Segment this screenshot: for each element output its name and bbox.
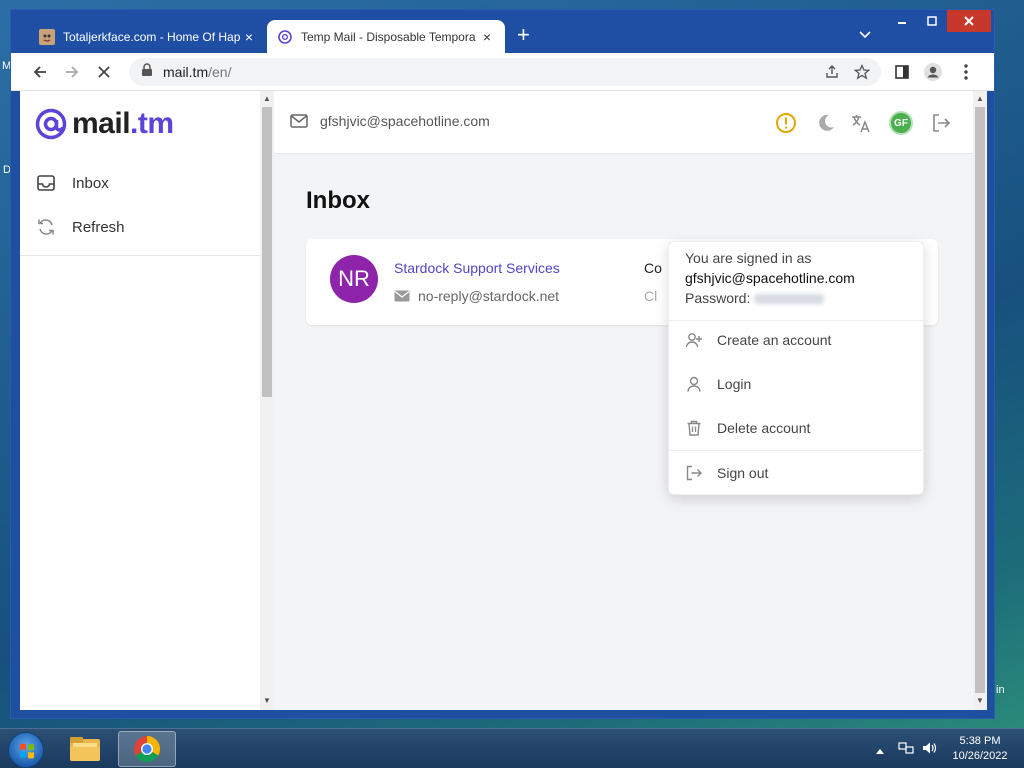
menu-item-login[interactable]: Login <box>685 372 751 396</box>
folder-icon <box>70 737 100 761</box>
network-icon[interactable] <box>898 741 914 758</box>
scroll-up-icon[interactable]: ▲ <box>260 92 274 106</box>
menu-item-label: Login <box>717 376 752 392</box>
current-address[interactable]: gfshjvic@spacehotline.com <box>290 113 490 129</box>
user-icon <box>685 375 705 393</box>
app-header: gfshjvic@spacehotline.com GF <box>274 91 973 154</box>
sidebar-item-refresh[interactable]: Refresh <box>36 212 246 242</box>
scroll-up-icon[interactable]: ▲ <box>973 92 987 106</box>
signed-in-label: You are signed in as <box>685 250 812 266</box>
sidebar-item-label: Refresh <box>72 218 125 236</box>
app-sidebar: mail.tm Inbox Refresh <box>20 91 260 710</box>
message-from: no-reply@stardock.net <box>394 288 559 304</box>
user-plus-icon <box>685 331 705 349</box>
browser-window: Totaljerkface.com - Home Of Hap × Temp M… <box>10 9 995 719</box>
logo-wordmark: mail.tm <box>72 107 174 140</box>
share-icon[interactable] <box>821 61 843 83</box>
envelope-icon <box>290 114 308 128</box>
lock-icon <box>141 62 155 82</box>
taskbar-file-explorer[interactable] <box>56 731 114 767</box>
browser-menu-icon[interactable] <box>955 61 977 83</box>
current-email-text: gfshjvic@spacehotline.com <box>320 113 490 129</box>
warning-icon[interactable] <box>774 111 798 135</box>
sender-avatar: NR <box>330 255 378 303</box>
tab-title: Temp Mail - Disposable Tempora <box>301 29 476 44</box>
menu-item-label: Create an account <box>717 332 832 348</box>
scroll-down-icon[interactable]: ▼ <box>260 694 274 708</box>
tab-temp-mail[interactable]: Temp Mail - Disposable Tempora × <box>267 20 505 53</box>
scrollbar-thumb[interactable] <box>262 107 272 397</box>
account-avatar-button[interactable]: GF <box>889 111 913 135</box>
mailtm-logo[interactable]: mail.tm <box>34 107 174 141</box>
minimize-window-button[interactable] <box>887 10 917 32</box>
message-subject: Co <box>644 260 662 276</box>
url-text: mail.tm/en/ <box>163 64 232 80</box>
menu-item-sign-out[interactable]: Sign out <box>685 461 768 485</box>
address-bar[interactable]: mail.tm/en/ <box>129 58 881 86</box>
taskbar-chrome[interactable] <box>118 731 176 767</box>
profile-avatar-icon[interactable] <box>922 61 944 83</box>
system-clock[interactable]: 5:38 PM 10/26/2022 <box>944 734 1016 764</box>
maximize-window-button[interactable] <box>917 10 947 32</box>
close-tab-icon[interactable]: × <box>479 29 495 45</box>
signed-in-info: You are signed in as gfshjvic@spacehotli… <box>685 248 855 308</box>
logout-icon[interactable] <box>929 111 953 135</box>
windows-logo-icon <box>20 743 34 759</box>
message-snippet: Cl <box>644 288 658 304</box>
windows-taskbar: 5:38 PM 10/26/2022 <box>0 728 1024 768</box>
sign-out-icon <box>685 464 705 482</box>
account-dropdown: You are signed in as gfshjvic@spacehotli… <box>668 241 925 495</box>
show-hidden-icons-icon[interactable] <box>876 743 884 757</box>
clock-time: 5:38 PM <box>959 735 1001 747</box>
sidebar-divider <box>20 255 260 256</box>
chrome-icon <box>134 735 161 763</box>
at-sign-logo-icon <box>35 108 67 140</box>
desktop-icon-label: in <box>996 684 1005 696</box>
translate-icon[interactable] <box>849 111 873 135</box>
bookmark-star-icon[interactable] <box>851 61 873 83</box>
back-arrow-icon[interactable] <box>29 61 51 83</box>
clock-date: 10/26/2022 <box>952 750 1008 762</box>
password-value-redacted <box>754 294 825 305</box>
volume-icon[interactable] <box>922 741 938 758</box>
sidebar-item-inbox[interactable]: Inbox <box>36 168 246 198</box>
trash-icon <box>685 419 705 437</box>
menu-item-delete-account[interactable]: Delete account <box>685 416 810 440</box>
scrollbar-thumb[interactable] <box>975 107 985 693</box>
close-window-button[interactable] <box>947 10 991 32</box>
envelope-icon <box>394 290 410 302</box>
menu-item-label: Delete account <box>717 420 811 436</box>
dropdown-divider <box>669 320 925 321</box>
forward-arrow-icon[interactable] <box>61 61 83 83</box>
signed-in-email: gfshjvic@spacehotline.com <box>685 270 855 286</box>
sidebar-item-label: Inbox <box>72 174 109 192</box>
menu-item-label: Sign out <box>717 465 769 481</box>
dropdown-divider <box>669 450 925 451</box>
site-favicon-icon <box>39 28 55 45</box>
tab-search-chevron-icon[interactable] <box>859 28 871 42</box>
mailtm-favicon-icon <box>277 29 293 45</box>
tab-title: Totaljerkface.com - Home Of Hap <box>63 29 241 44</box>
close-tab-icon[interactable]: × <box>241 29 257 45</box>
dark-mode-moon-icon[interactable] <box>814 111 838 135</box>
refresh-icon <box>36 217 58 237</box>
page-viewport: mail.tm Inbox Refresh ▲ ▼ gfshjvic@space… <box>20 91 987 710</box>
password-label: Password: <box>685 290 751 306</box>
page-title: Inbox <box>306 187 370 214</box>
inbox-icon <box>36 173 58 193</box>
new-tab-button[interactable]: + <box>517 24 530 46</box>
tab-totaljerkface[interactable]: Totaljerkface.com - Home Of Hap × <box>29 20 267 53</box>
scroll-down-icon[interactable]: ▼ <box>973 694 987 708</box>
message-sender: Stardock Support Services <box>394 260 560 276</box>
stop-loading-icon[interactable] <box>93 61 115 83</box>
start-button[interactable] <box>8 732 44 768</box>
browser-toolbar: mail.tm/en/ <box>11 53 994 91</box>
menu-item-create-account[interactable]: Create an account <box>685 328 831 352</box>
main-scrollbar[interactable]: ▲ ▼ <box>973 91 987 710</box>
sidebar-scrollbar[interactable]: ▲ ▼ <box>260 91 274 710</box>
side-panel-icon[interactable] <box>891 61 913 83</box>
message-from-address: no-reply@stardock.net <box>418 288 560 304</box>
tab-bar: Totaljerkface.com - Home Of Hap × Temp M… <box>11 10 994 53</box>
